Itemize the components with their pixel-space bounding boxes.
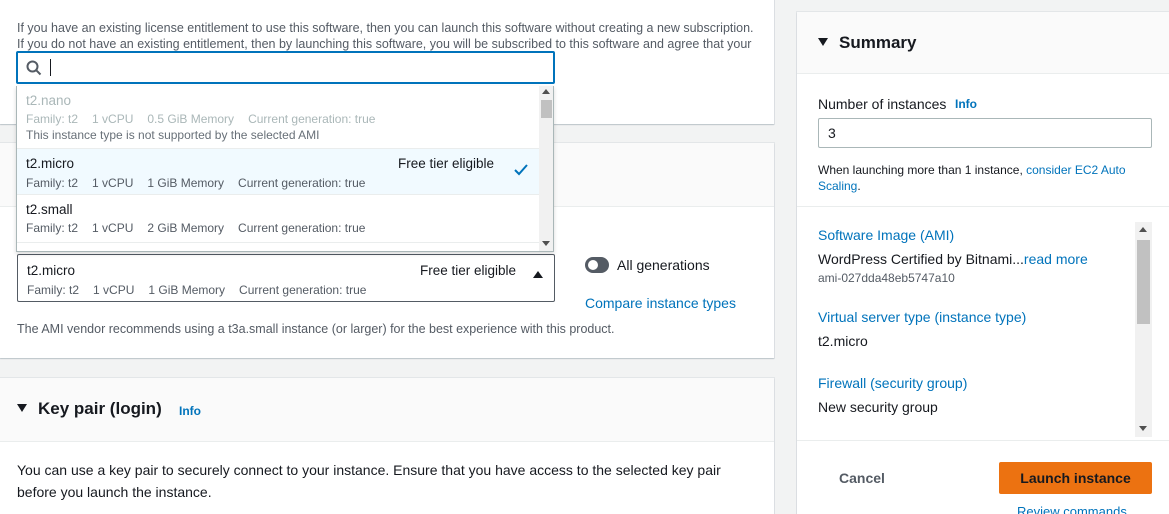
key-pair-info-link[interactable]: Info xyxy=(179,404,201,418)
search-icon xyxy=(26,60,42,76)
license-text-line-1: If you have an existing license entitlem… xyxy=(17,21,754,35)
cancel-button[interactable]: Cancel xyxy=(822,462,902,494)
summary-panel: Summary Number of instances Info When la… xyxy=(797,12,1169,514)
ami-id: ami-027dda48eb5747a10 xyxy=(818,271,955,285)
firewall-link[interactable]: Firewall (security group) xyxy=(818,375,967,391)
instance-type-value: t2.micro xyxy=(818,333,868,349)
ami-recommendation-text: The AMI vendor recommends using a t3a.sm… xyxy=(17,322,615,336)
instance-type-link[interactable]: Virtual server type (instance type) xyxy=(818,309,1026,325)
key-pair-description-line-1: You can use a key pair to securely conne… xyxy=(17,462,721,478)
number-of-instances-input[interactable] xyxy=(818,118,1152,148)
all-generations-label: All generations xyxy=(617,257,710,273)
summary-header[interactable]: Summary xyxy=(797,12,1169,74)
caret-down-icon xyxy=(17,404,27,412)
option-partially-visible[interactable] xyxy=(17,242,539,251)
key-pair-description-line-2: before you launch the instance. xyxy=(17,484,212,500)
free-tier-badge: Free tier eligible xyxy=(420,263,517,278)
auto-scaling-link[interactable]: consider EC2 Auto xyxy=(1026,163,1125,177)
launch-instance-button[interactable]: Launch instance xyxy=(999,462,1152,494)
options-scrollbar-thumb[interactable] xyxy=(541,100,552,118)
caret-up-icon xyxy=(533,271,543,278)
review-commands-link[interactable]: Review commands xyxy=(1017,504,1127,514)
software-image-link[interactable]: Software Image (AMI) xyxy=(818,227,954,243)
key-pair-title: Key pair (login) xyxy=(38,399,162,418)
instance-type-search-input[interactable] xyxy=(16,51,555,84)
instance-type-select[interactable]: t2.micro Free tier eligible Family: t2 1 … xyxy=(17,254,555,302)
summary-scrollbar[interactable] xyxy=(1135,222,1152,437)
key-pair-header[interactable]: Key pair (login) Info xyxy=(0,378,774,442)
all-generations-toggle[interactable] xyxy=(585,257,609,273)
auto-scaling-link-cont[interactable]: Scaling xyxy=(818,179,857,193)
summary-scrollbar-thumb[interactable] xyxy=(1137,240,1150,324)
compare-instance-types-link[interactable]: Compare instance types xyxy=(585,295,736,311)
scroll-down-icon[interactable] xyxy=(542,241,550,246)
unsupported-note: This instance type is not supported by t… xyxy=(26,128,320,142)
instance-type-options-list[interactable]: t2.nano Family: t2 1 vCPU 0.5 GiB Memory Cu… xyxy=(16,86,554,252)
option-t2-small[interactable]: t2.small Family: t2 1 vCPU 2 GiB Memory Cur… xyxy=(17,195,539,242)
selected-instance-name: t2.micro xyxy=(27,263,76,278)
text-cursor xyxy=(50,59,51,76)
checkmark-icon xyxy=(514,164,528,176)
summary-title: Summary xyxy=(839,33,917,52)
ami-value: WordPress Certified by Bitnami...read mo… xyxy=(818,251,1088,267)
instances-info-link[interactable]: Info xyxy=(955,97,977,111)
ami-read-more-link[interactable]: read more xyxy=(1024,251,1088,267)
summary-bottom-divider xyxy=(797,440,1169,441)
summary-divider xyxy=(797,206,1169,207)
option-t2-nano: t2.nano Family: t2 1 vCPU 0.5 GiB Memory Cu… xyxy=(26,93,376,142)
firewall-value: New security group xyxy=(818,399,938,415)
key-pair-panel: Key pair (login) Info You can use a key … xyxy=(0,378,774,514)
scroll-up-icon[interactable] xyxy=(1139,227,1147,232)
scroll-down-icon[interactable] xyxy=(1139,426,1147,431)
auto-scaling-hint-line-1: When launching more than 1 instance, con… xyxy=(818,163,1126,177)
scroll-up-icon[interactable] xyxy=(542,89,550,94)
option-t2-micro[interactable]: t2.micro Free tier eligible Family: t2 1 … xyxy=(17,148,539,195)
license-text-line-2: If you do not have an existing entitleme… xyxy=(17,37,752,51)
caret-down-icon xyxy=(818,38,828,46)
selected-instance-meta: Family: t2 1 vCPU 1 GiB Memory Current gene… xyxy=(27,283,367,297)
auto-scaling-hint-line-2: Scaling. xyxy=(818,179,861,193)
number-of-instances-label: Number of instances xyxy=(818,96,947,112)
options-scrollbar[interactable] xyxy=(539,86,553,251)
